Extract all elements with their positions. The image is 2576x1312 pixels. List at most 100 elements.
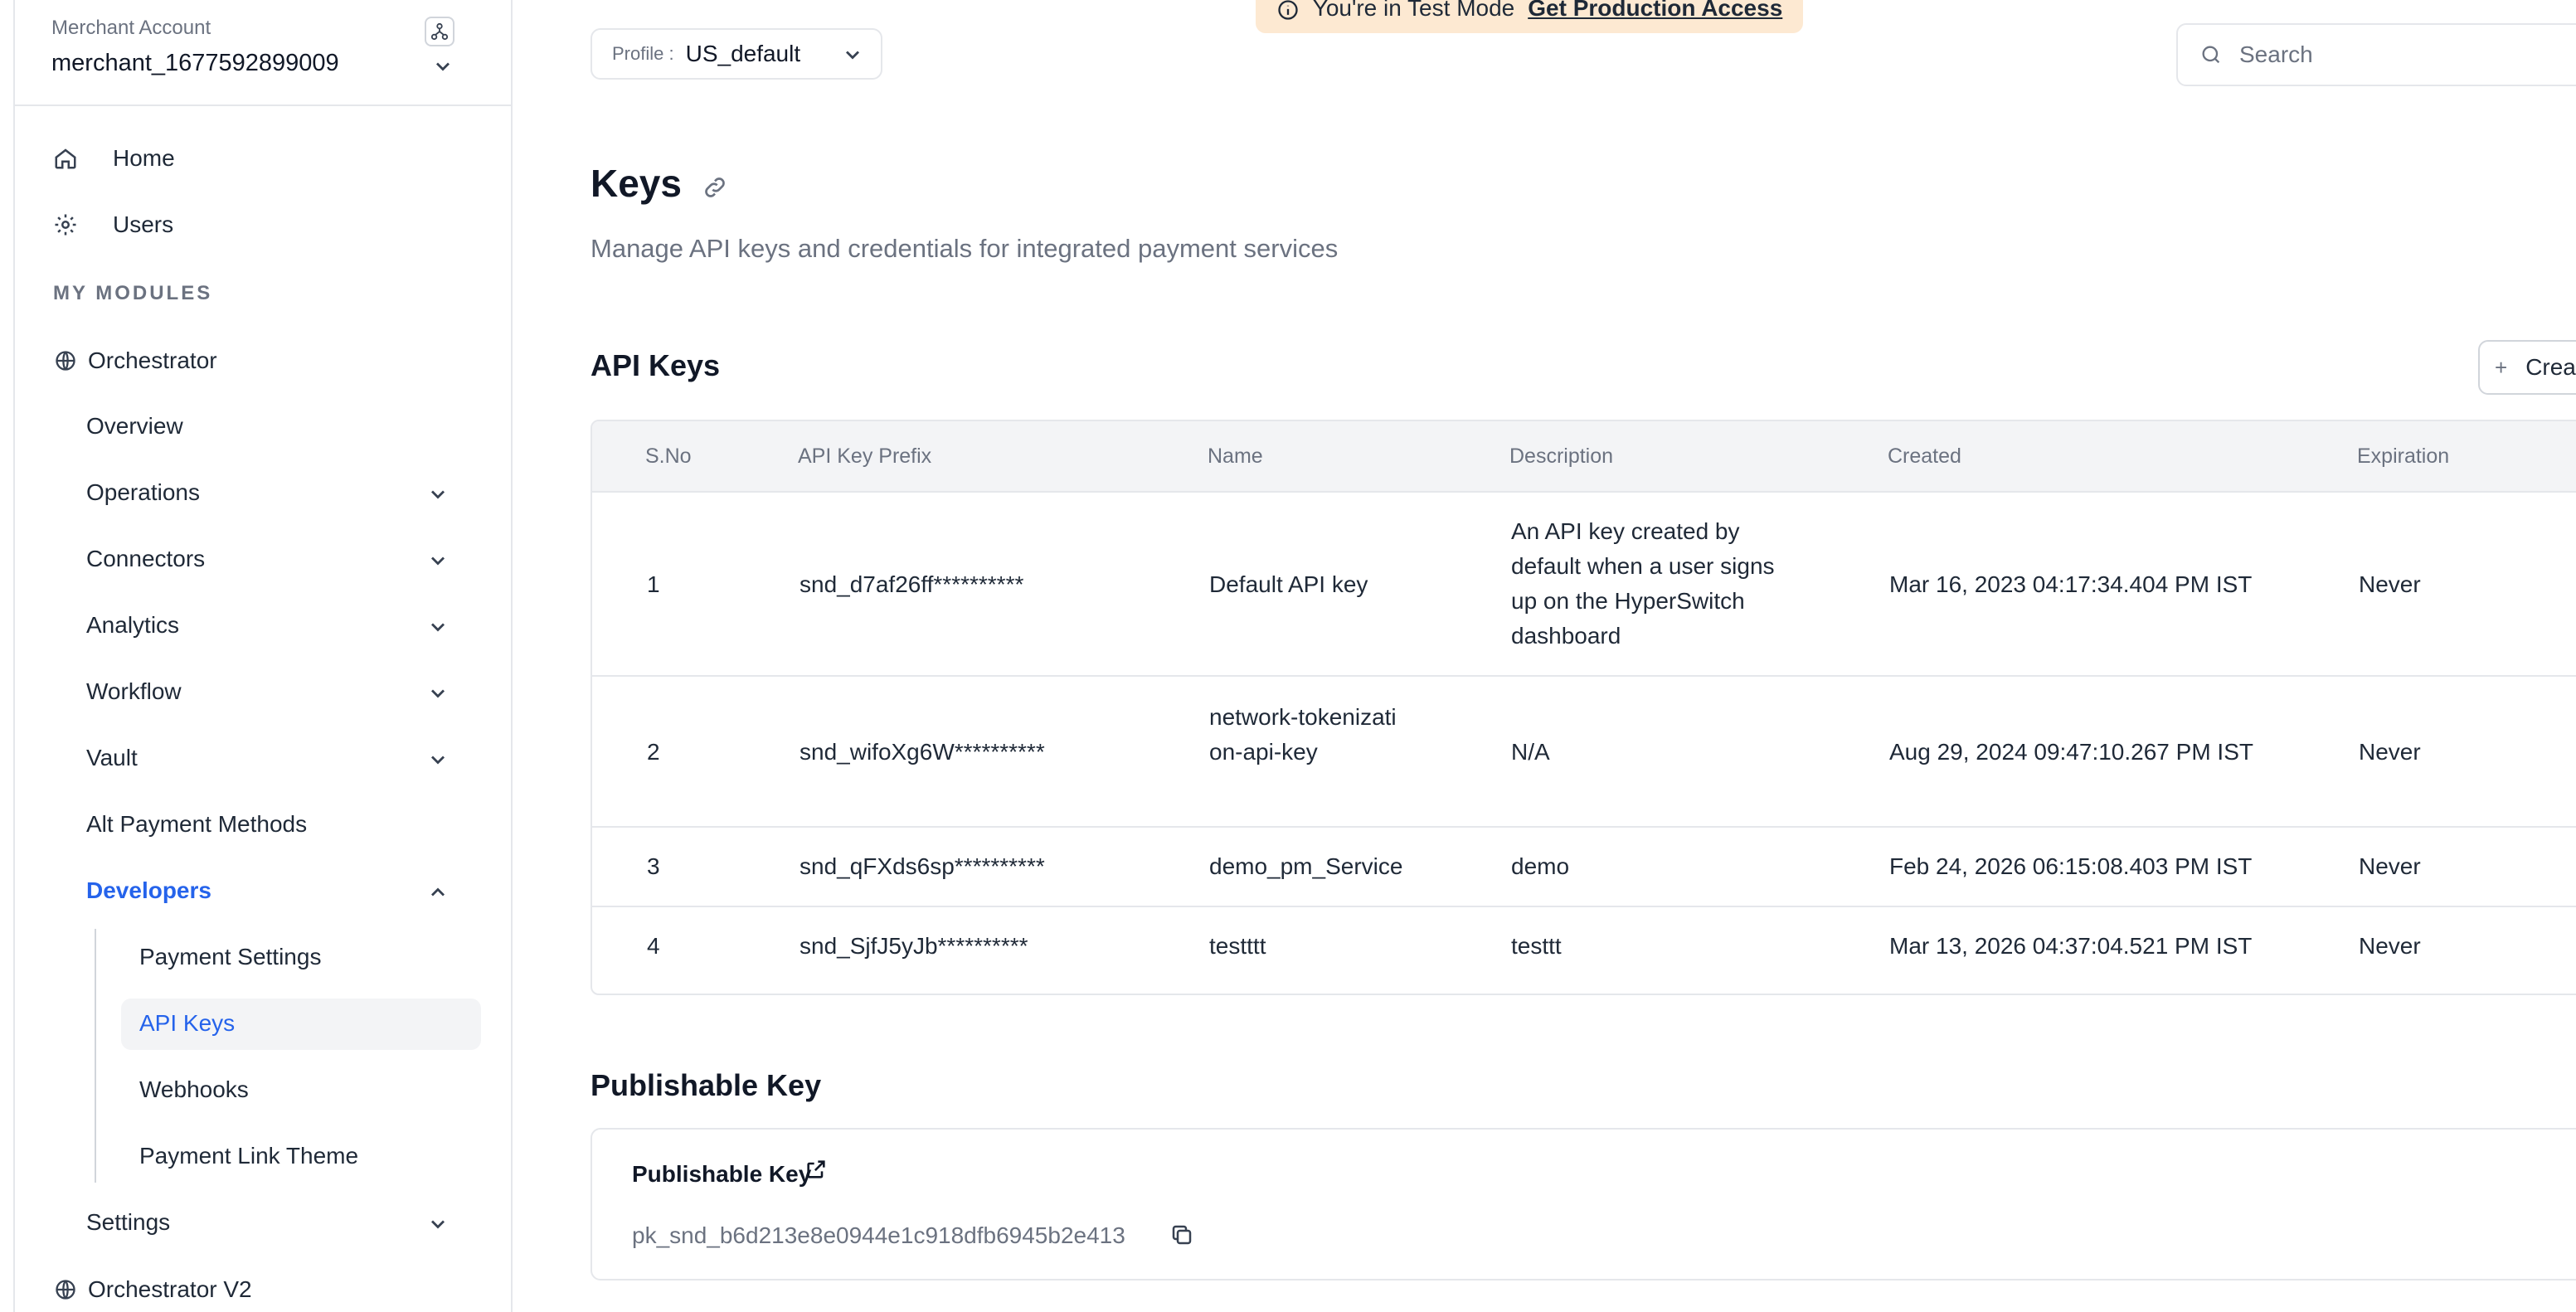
sidebar-item-operations[interactable]: Operations: [86, 479, 200, 506]
sidebar-item-label: Payment Link Theme: [139, 1143, 359, 1169]
sidebar-item-label: Webhooks: [139, 1076, 249, 1102]
merchant-label: Merchant Account: [51, 17, 211, 39]
cell-sno: 1: [647, 571, 660, 597]
section-title-my-modules: MY MODULES: [53, 282, 213, 304]
publishable-key-value: pk_snd_b6d213e8e0944e1c918dfb6945b2e413: [632, 1222, 1125, 1248]
sidebar-item-orchestrator-v2[interactable]: Orchestrator V2: [51, 1276, 252, 1304]
chevron-down-icon[interactable]: [426, 682, 450, 705]
chevron-down-icon[interactable]: [426, 615, 450, 639]
sidebar-item-label: Connectors: [86, 546, 206, 571]
sidebar-item-settings[interactable]: Settings: [86, 1209, 170, 1236]
cell-description: testtt: [1511, 933, 1562, 959]
cell-description: N/A: [1511, 739, 1550, 765]
test-mode-text: You're in Test Mode: [1312, 0, 1515, 21]
sidebar-item-label: Overview: [86, 413, 183, 439]
sidebar-item-overview[interactable]: Overview: [86, 413, 183, 440]
page-title: Keys: [591, 162, 682, 205]
cell-name: Default API key: [1209, 571, 1368, 597]
sidebar-item-orchestrator[interactable]: Orchestrator: [51, 347, 217, 375]
sidebar-item-workflow[interactable]: Workflow: [86, 678, 182, 705]
cell-name: demo_pm_Service: [1209, 853, 1403, 879]
sidebar-item-label: Workflow: [86, 678, 182, 704]
table-row[interactable]: 1 snd_d7af26ff********** Default API key…: [592, 493, 2576, 677]
cell-expiration: Never: [2359, 933, 2421, 959]
cell-expiration: Never: [2359, 739, 2421, 765]
table-row[interactable]: 4 snd_SjfJ5yJb********** testttt testtt …: [592, 907, 2576, 994]
merchant-switcher[interactable]: Merchant Account merchant_1677592899009: [51, 17, 466, 77]
page-subtitle: Manage API keys and credentials for inte…: [591, 234, 1339, 263]
gear-icon: [51, 211, 80, 239]
sidebar-panel: [13, 0, 513, 1312]
submenu-guide-line: [95, 929, 96, 1183]
cell-sno: 3: [647, 853, 660, 879]
search-box[interactable]: [2176, 23, 2576, 86]
sidebar-item-developers[interactable]: Developers: [86, 877, 211, 904]
cell-prefix: snd_wifoXg6W**********: [800, 739, 1045, 765]
cell-prefix: snd_qFXds6sp**********: [800, 853, 1045, 879]
cell-created: Mar 13, 2026 04:37:04.521 PM IST: [1889, 933, 2253, 959]
chevron-down-icon[interactable]: [426, 483, 450, 506]
sidebar-item-label: Settings: [86, 1209, 171, 1235]
column-header: Name: [1208, 445, 1263, 468]
search-icon: [2202, 46, 2220, 64]
table-header: S.No API Key Prefix Name Description Cre…: [592, 421, 2576, 493]
sidebar-divider: [15, 104, 511, 106]
globe-icon: [51, 347, 80, 375]
sidebar-item-home[interactable]: Home: [51, 144, 175, 173]
sidebar-item-vault[interactable]: Vault: [86, 745, 138, 771]
sidebar-item-connectors[interactable]: Connectors: [86, 546, 205, 572]
column-header: Description: [1509, 445, 1614, 468]
cell-description: An API key created by default when a use…: [1511, 518, 1775, 649]
table-row[interactable]: 3 snd_qFXds6sp********** demo_pm_Service…: [592, 828, 2576, 907]
publishable-key-title: Publishable Key: [632, 1161, 812, 1187]
sidebar: Merchant Account merchant_1677592899009 …: [0, 0, 513, 1312]
create-api-key-label: Create New API Key: [2525, 354, 2576, 380]
home-icon: [51, 144, 80, 173]
get-production-access-link[interactable]: Get Production Access: [1528, 0, 1782, 22]
cell-created: Aug 29, 2024 09:47:10.267 PM IST: [1889, 739, 2253, 765]
test-mode-banner: You're in Test Mode Get Production Acces…: [1256, 0, 1803, 33]
cell-name: testttt: [1209, 933, 1266, 959]
sidebar-item-label: Operations: [86, 479, 200, 505]
cell-expiration: Never: [2359, 853, 2421, 879]
search-input[interactable]: [2239, 41, 2554, 68]
cell-created: Mar 16, 2023 04:17:34.404 PM IST: [1889, 571, 2253, 597]
column-header: Created: [1888, 445, 1961, 468]
sidebar-item-label: Orchestrator: [88, 347, 217, 373]
copy-icon[interactable]: [1169, 1222, 1194, 1247]
merchant-id: merchant_1677592899009: [51, 50, 339, 76]
table-row[interactable]: 2 snd_wifoXg6W********** network-tokeniz…: [592, 677, 2576, 828]
cell-created: Feb 24, 2026 06:15:08.403 PM IST: [1889, 853, 2253, 879]
sidebar-item-payment-settings[interactable]: Payment Settings: [139, 944, 321, 970]
cell-description: demo: [1511, 853, 1570, 879]
sidebar-item-webhooks[interactable]: Webhooks: [139, 1076, 249, 1103]
create-api-key-button[interactable]: + Create New API Key: [2478, 340, 2576, 395]
chevron-down-icon[interactable]: [431, 55, 454, 78]
sidebar-item-analytics[interactable]: Analytics: [86, 612, 179, 639]
sidebar-item-label: Analytics: [86, 612, 180, 638]
globe-icon: [51, 1276, 80, 1304]
merchant-network-icon[interactable]: [425, 17, 454, 46]
publishable-key-heading: Publishable Key: [591, 1068, 822, 1102]
publishable-key-card: Publishable Key pk_snd_b6d213e8e0944e1c9…: [591, 1128, 2576, 1280]
sidebar-item-alt-payment-methods[interactable]: Alt Payment Methods: [86, 811, 307, 838]
sidebar-item-label: Payment Settings: [139, 944, 322, 969]
info-icon: [1278, 0, 1298, 20]
chevron-down-icon[interactable]: [426, 1212, 450, 1236]
cell-sno: 4: [647, 933, 660, 959]
cell-sno: 2: [647, 739, 660, 765]
profile-value: US_default: [685, 41, 801, 66]
sidebar-item-users[interactable]: Users: [51, 211, 173, 239]
chevron-down-icon[interactable]: [426, 748, 450, 771]
sidebar-item-label: Orchestrator V2: [88, 1276, 252, 1302]
chevron-down-icon[interactable]: [426, 549, 450, 572]
link-icon[interactable]: [702, 174, 728, 201]
sidebar-item-label: Developers: [86, 877, 211, 903]
chevron-up-icon[interactable]: [426, 881, 450, 904]
sidebar-item-api-keys[interactable]: API Keys: [139, 1010, 235, 1037]
external-link-icon[interactable]: [804, 1158, 828, 1181]
sidebar-item-payment-link-theme[interactable]: Payment Link Theme: [139, 1143, 358, 1169]
cell-prefix: snd_d7af26ff**********: [800, 571, 1024, 597]
profile-selector[interactable]: Profile : US_default: [591, 28, 882, 80]
cell-expiration: Never: [2359, 571, 2421, 597]
